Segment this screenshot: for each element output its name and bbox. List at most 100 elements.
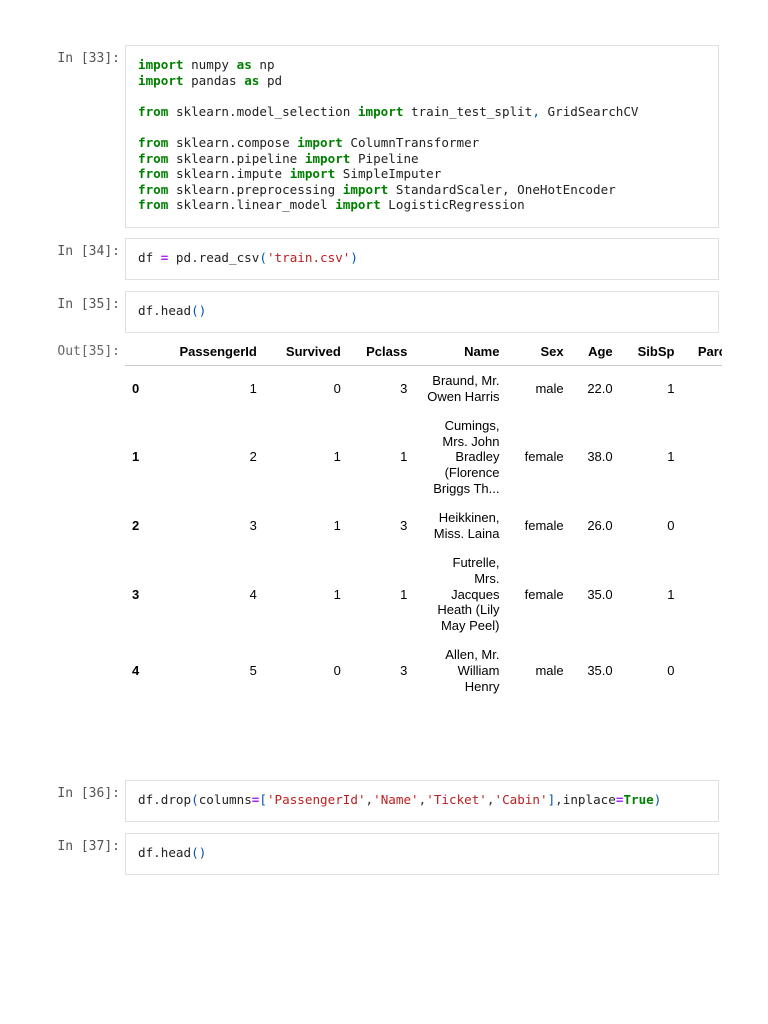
code-token: import <box>342 181 389 197</box>
table-cell: 0 <box>333 662 341 678</box>
code-cell-read-csv[interactable]: df = pd.read_csv('train.csv') <box>125 238 719 280</box>
code-token: import <box>289 166 336 182</box>
code-line: import pandas as pd <box>138 73 706 89</box>
code-token: numpy <box>191 57 230 72</box>
row-index: 3 <box>132 586 140 602</box>
code-token: sklearn.linear_model <box>175 197 328 213</box>
output-prompt: Out[35]: <box>57 344 120 359</box>
column-header: SibSp <box>612 340 675 366</box>
code-line: from sklearn.compose import ColumnTransf… <box>138 135 706 151</box>
table-cell: Braund, Mr. Owen Harris <box>427 373 500 404</box>
table-cell: 0 <box>674 503 722 548</box>
code-token: import <box>138 72 184 88</box>
column-header: Sex <box>499 340 564 366</box>
table-cell: 3 <box>249 517 257 533</box>
code-token: import <box>335 197 381 213</box>
code-token: , <box>532 103 540 119</box>
table-cell: 2 <box>249 449 257 465</box>
row-index: 0 <box>132 380 140 396</box>
code-cell-head[interactable]: df.head() <box>125 291 719 333</box>
table-row: 3 4 1 1 Futrelle, Mrs. Jacques Heath (Lily M… <box>125 548 722 640</box>
table-cell: 0 <box>667 662 675 678</box>
code-token: pandas <box>191 72 237 88</box>
code-cell-imports[interactable]: import numpy as np import pandas as pd fro… <box>125 45 719 228</box>
column-header: Name <box>407 340 500 366</box>
code-token: pd <box>266 72 283 88</box>
table-cell: 5 <box>249 662 257 678</box>
table-cell: female <box>524 449 564 465</box>
code-line: import numpy as np <box>138 57 706 73</box>
code-token: from <box>138 197 169 213</box>
code-token: import <box>304 150 351 166</box>
code-token: import <box>297 134 343 150</box>
table-cell: 35.0 <box>587 586 613 602</box>
code-token: as <box>244 72 260 88</box>
code-line: from sklearn.model_selection import trai… <box>138 104 706 120</box>
column-header: Survived <box>256 340 341 366</box>
code-text: df.drop(columns=['PassengerId','Name','T… <box>138 792 662 807</box>
table-cell: 3 <box>400 662 408 678</box>
table-cell: 0 <box>674 640 722 701</box>
code-token: from <box>138 150 169 166</box>
code-token: import <box>357 103 404 119</box>
code-token: sklearn.preprocessing <box>175 181 336 197</box>
row-index: 2 <box>132 517 140 533</box>
table-cell: 38.0 <box>587 449 613 465</box>
table-cell: 1 <box>400 586 408 602</box>
code-token: import <box>138 57 184 72</box>
row-index: 1 <box>132 449 140 465</box>
table-cell: male <box>535 662 564 678</box>
table-cell: 0 <box>674 366 722 412</box>
cell-prompt: In [34]: <box>57 244 120 259</box>
column-header: Parch <box>674 340 722 366</box>
table-cell: 4 <box>249 586 257 602</box>
code-token: from <box>138 166 169 182</box>
column-header: PassengerId <box>165 340 257 366</box>
code-token: sklearn.impute <box>175 166 283 182</box>
code-token: StandardScaler, OneHotEncoder <box>395 181 616 197</box>
table-cell: 1 <box>333 517 341 533</box>
code-line: from sklearn.preprocessing import Standa… <box>138 182 706 198</box>
code-token: LogisticRegression <box>388 197 525 213</box>
code-token: Pipeline <box>357 150 419 166</box>
table-cell: 1 <box>667 449 675 465</box>
cell-prompt: In [37]: <box>57 839 120 854</box>
cell-prompt: In [35]: <box>57 297 120 312</box>
code-token: sklearn.pipeline <box>175 150 298 166</box>
table-cell: 26.0 <box>587 517 613 533</box>
code-token: sklearn.compose <box>175 134 290 150</box>
code-line: from sklearn.linear_model import Logisti… <box>138 197 706 213</box>
code-token: as <box>236 57 252 72</box>
table-cell: female <box>524 586 564 602</box>
code-token: ColumnTransformer <box>350 134 480 150</box>
table-cell: 1 <box>667 380 675 396</box>
table-cell: Allen, Mr. William Henry <box>445 647 500 694</box>
table-cell: Futrelle, Mrs. Jacques Heath (Lily May P… <box>437 555 500 633</box>
dataframe-output: PassengerId Survived Pclass Name Sex Age SibSp… <box>125 340 722 701</box>
code-token: GridSearchCV <box>547 103 639 119</box>
table-cell: 0 <box>667 517 675 533</box>
code-cell-drop[interactable]: df.drop(columns=['PassengerId','Name','T… <box>125 780 719 822</box>
table-cell: 1 <box>400 449 408 465</box>
table-row: 4503Allen, Mr. William Henrymale35.00037… <box>125 640 722 701</box>
code-token: from <box>138 103 169 119</box>
code-token: from <box>138 181 169 197</box>
table-row: 0103Braund, Mr. Owen Harrismale22.010A/5… <box>125 366 722 412</box>
cell-prompt: In [33]: <box>57 51 120 66</box>
code-token: np <box>259 57 275 72</box>
column-header: Pclass <box>340 340 408 366</box>
code-text: df.head() <box>138 303 207 318</box>
column-header: Age <box>563 340 613 366</box>
table-cell: 1 <box>667 586 675 602</box>
code-token: sklearn.model_selection <box>175 103 351 119</box>
row-index: 4 <box>132 662 140 678</box>
table-cell: 1 <box>249 380 257 396</box>
code-cell-head-2[interactable]: df.head() <box>125 833 719 875</box>
table-cell: 0 <box>333 380 341 396</box>
table-cell: 1 <box>333 586 341 602</box>
table-row: 2313Heikkinen, Miss. Lainafemale26.000ST… <box>125 503 722 548</box>
code-text: df.head() <box>138 845 207 860</box>
table-cell: 22.0 <box>587 380 613 396</box>
code-token: train_test_split <box>411 103 533 119</box>
